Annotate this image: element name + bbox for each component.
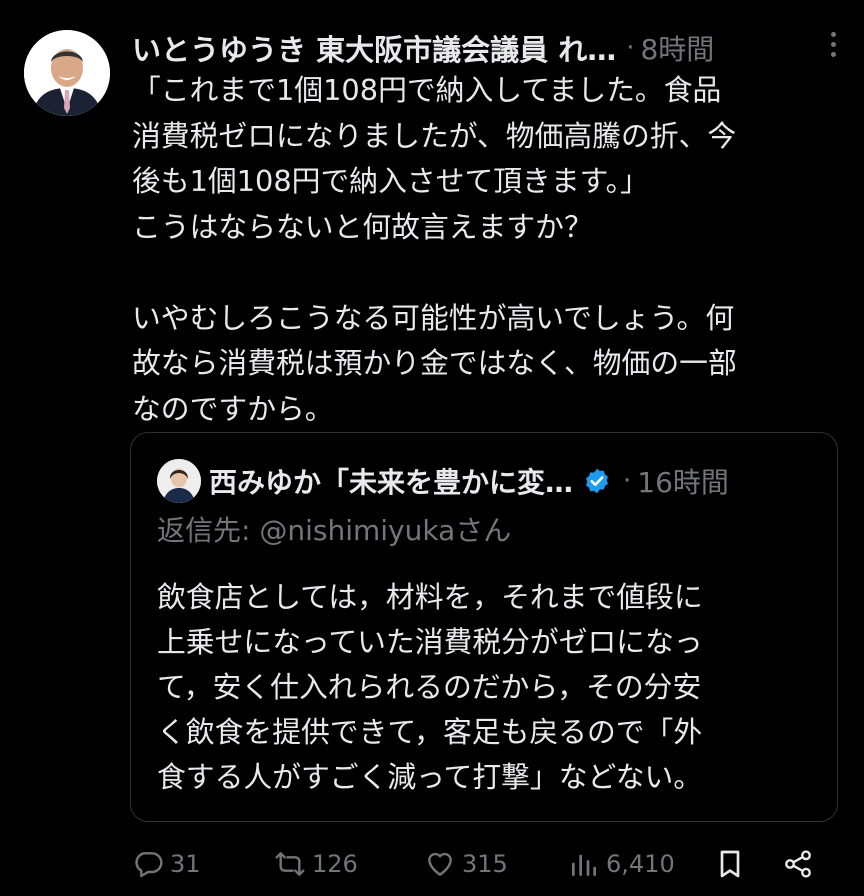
like-icon <box>428 852 452 876</box>
reply-button[interactable]: 31 <box>132 840 201 888</box>
quote-text: 飲食店としては，材料を，それまで値段に 上乗せになっていた消費税分がゼロになっ … <box>157 580 703 794</box>
retweet-count: 126 <box>312 850 358 878</box>
quote-avatar[interactable] <box>157 459 201 503</box>
header-separator: · <box>626 33 635 63</box>
verified-icon <box>586 468 608 494</box>
quote-separator: · <box>623 466 632 496</box>
share-button[interactable] <box>782 840 820 888</box>
reply-icon <box>135 852 163 878</box>
author-name[interactable]: いとうゆうき 東大阪市議会議員 れ… <box>132 27 616 69</box>
retweet-icon <box>275 852 305 876</box>
like-count: 315 <box>462 850 508 878</box>
reply-count: 31 <box>170 850 201 878</box>
tweet-text: 「これまで1個108円で納入してました。食品 消費税ゼロになりましたが、物価高騰… <box>132 73 737 426</box>
share-icon <box>785 850 811 878</box>
like-button[interactable]: 315 <box>424 840 508 888</box>
quote-header: 西みゆか「未来を豊かに変… · 16時間 <box>209 459 829 503</box>
quote-author-name[interactable]: 西みゆか「未来を豊かに変… <box>209 461 573 501</box>
view-count: 6,410 <box>606 850 675 878</box>
retweet-button[interactable]: 126 <box>274 840 358 888</box>
quoted-tweet[interactable]: 西みゆか「未来を豊かに変… · 16時間 返信先: @nishimiyukaさん… <box>130 432 838 822</box>
bookmark-button[interactable] <box>714 840 752 888</box>
action-bar: 31 126 315 6,410 <box>132 840 844 888</box>
views-button[interactable]: 6,410 <box>568 840 675 888</box>
tweet-header: いとうゆうき 東大阪市議会議員 れ… · 8時間 <box>132 28 844 68</box>
views-icon <box>572 854 596 876</box>
tweet-time[interactable]: 8時間 <box>640 28 714 68</box>
bookmark-icon <box>720 850 740 878</box>
more-icon[interactable] <box>830 32 836 62</box>
quote-reply-to[interactable]: 返信先: @nishimiyukaさん <box>157 509 511 549</box>
avatar[interactable] <box>24 30 110 116</box>
quote-time[interactable]: 16時間 <box>637 461 729 501</box>
